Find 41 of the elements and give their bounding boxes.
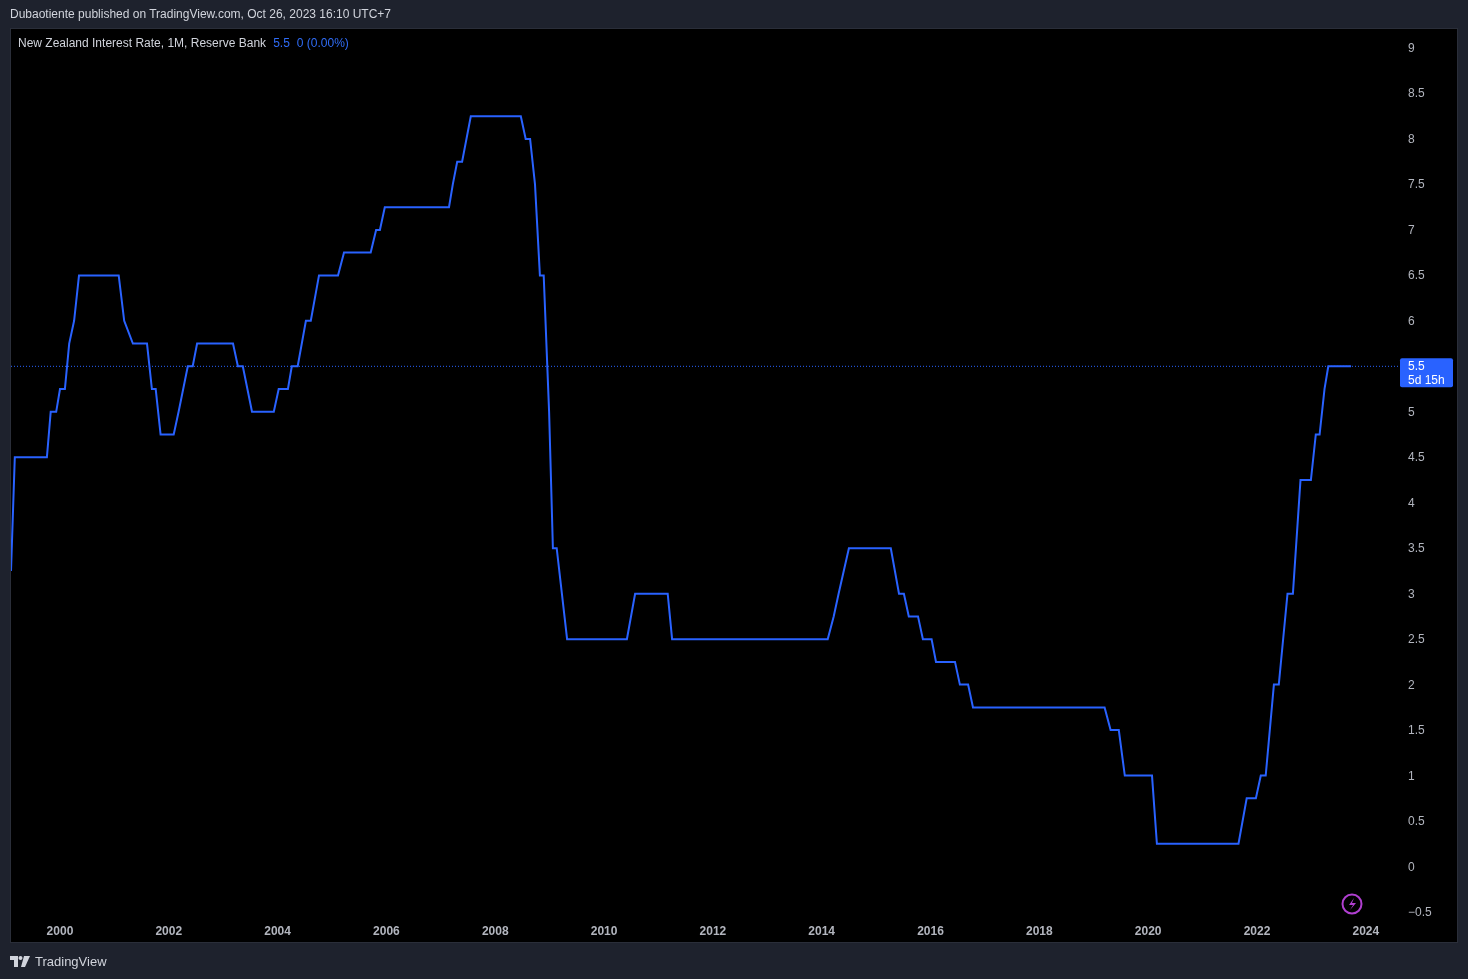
time-axis-label: 2004 <box>264 924 291 938</box>
price-axis-label: 7 <box>1408 222 1415 237</box>
price-axis-label: −0.5 <box>1408 905 1432 919</box>
series-change: 0 (0.00%) <box>296 36 349 50</box>
time-axis-label: 2014 <box>808 924 836 938</box>
time-axis-label: 2012 <box>699 924 727 938</box>
time-axis-label: 2022 <box>1243 924 1271 938</box>
price-axis-label: 7.5 <box>1408 177 1425 192</box>
time-axis-label: 2006 <box>373 924 400 938</box>
price-axis-label: 1 <box>1408 768 1415 783</box>
time-axis-label: 2018 <box>1026 924 1053 938</box>
publish-info: Dubaotiente published on TradingView.com, Oct 26, 2023 16:10 UTC+7 <box>10 7 392 21</box>
price-axis-label: 8.5 <box>1408 86 1425 101</box>
y-tick-label: 5.5 <box>1408 359 1426 374</box>
series-value: 5.5 <box>273 36 290 50</box>
price-axis-label: 0.5 <box>1408 814 1425 829</box>
price-axis-label: 6 <box>1408 313 1415 328</box>
price-axis-label: 5 <box>1408 404 1415 419</box>
price-axis-label: 9 <box>1408 41 1415 55</box>
price-axis-label: 3.5 <box>1408 541 1425 556</box>
price-axis-label: 6.5 <box>1408 268 1425 283</box>
logo-icon <box>10 955 30 967</box>
price-axis-label: 1.5 <box>1408 723 1425 738</box>
lightning-icon[interactable] <box>1341 893 1363 915</box>
price-axis-label: 4 <box>1408 495 1415 510</box>
time-axis-label: 2010 <box>590 924 618 938</box>
price-axis-label: 2.5 <box>1408 632 1425 647</box>
price-axis-label: 4.5 <box>1408 450 1425 465</box>
time-axis-label: 2008 <box>481 924 509 938</box>
series-title: New Zealand Interest Rate, 1M, Reserve Bank <box>18 36 267 50</box>
time-axis-label: 2024 <box>1352 924 1380 938</box>
price-axis-label: 8 <box>1408 131 1415 146</box>
time-axis-label: 2016 <box>917 924 944 938</box>
price-axis-label: 0 <box>1408 859 1415 874</box>
price-axis-label: 2 <box>1408 677 1415 692</box>
price-axis-label: 3 <box>1408 586 1415 601</box>
time-axis-label: 2002 <box>155 924 183 938</box>
time-axis-label: 2020 <box>1134 924 1162 938</box>
time-axis-label: 2000 <box>46 924 74 938</box>
brand-name: TradingView <box>35 953 107 969</box>
price-tag: 5.5 5d 15h <box>1400 358 1453 388</box>
